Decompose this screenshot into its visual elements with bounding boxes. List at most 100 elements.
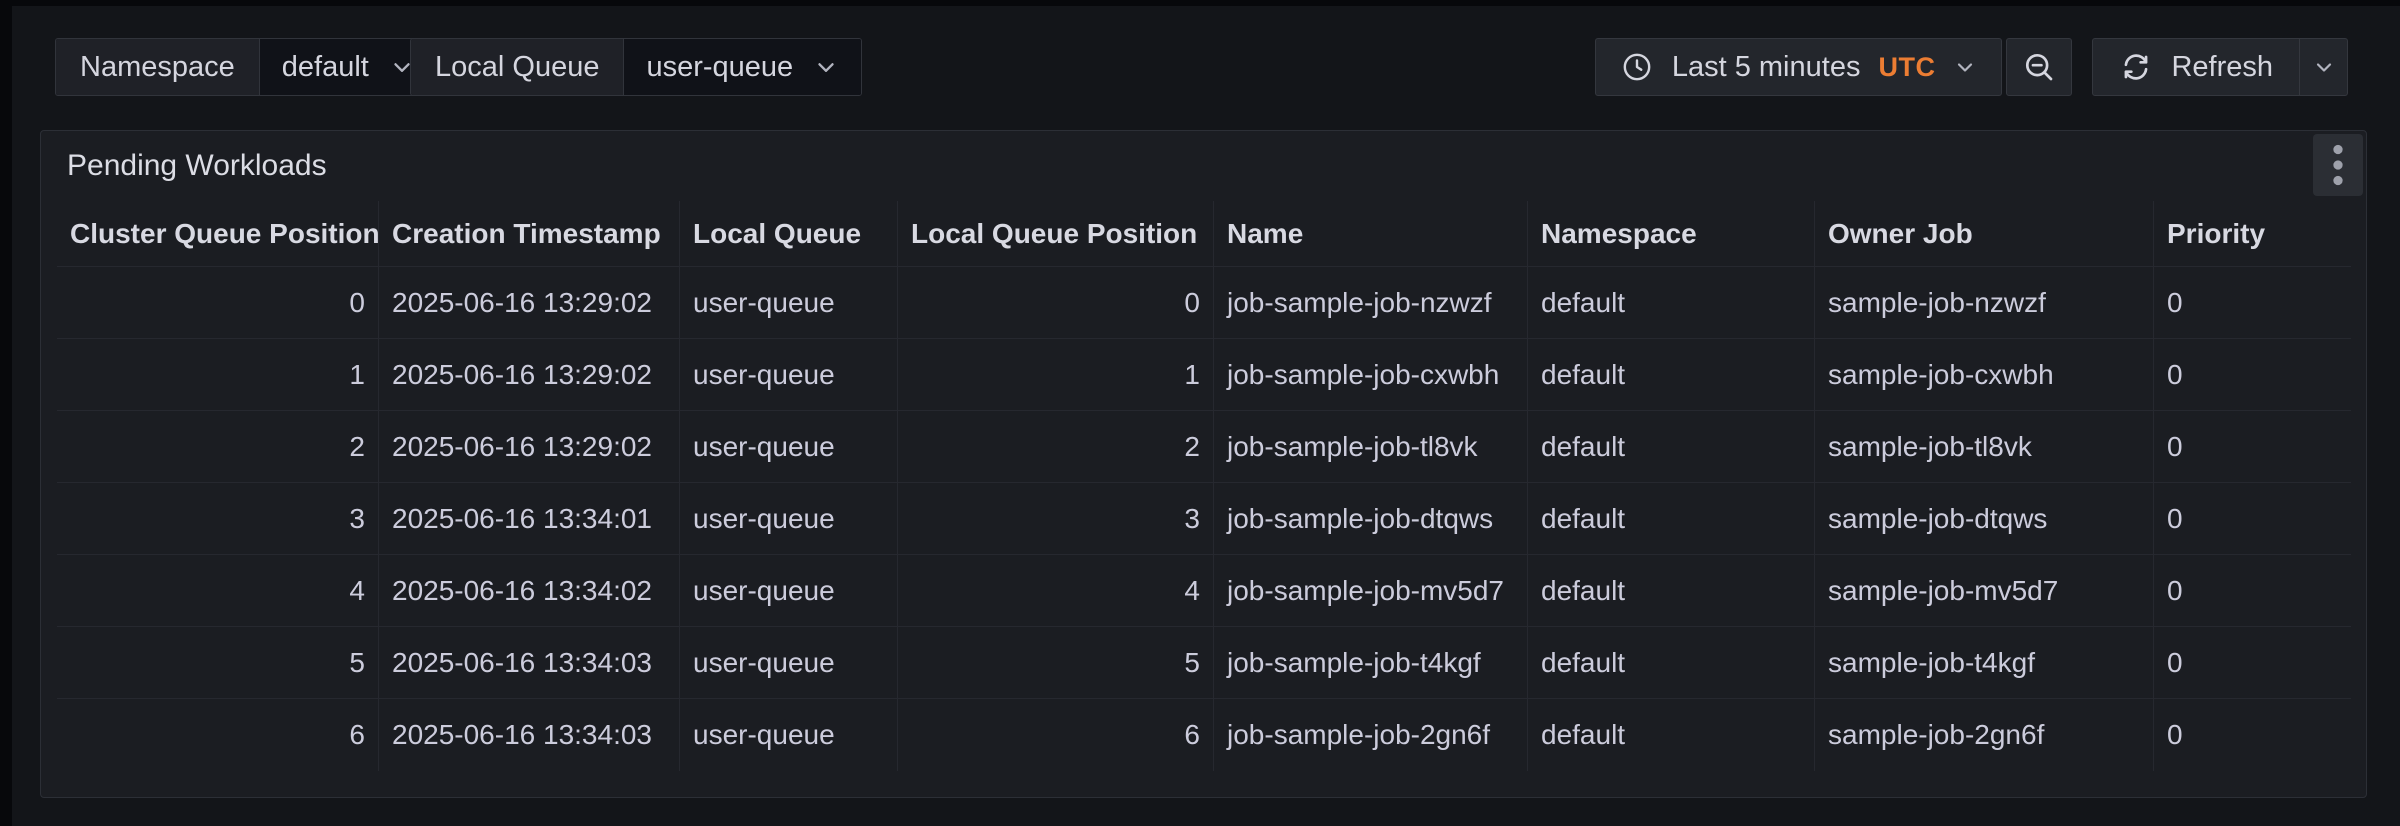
time-range-label: Last 5 minutes — [1672, 51, 1861, 84]
table-cell: job-sample-job-2gn6f — [1214, 699, 1528, 771]
table-cell: 3 — [898, 483, 1214, 554]
time-zoom-out-button[interactable] — [2006, 38, 2072, 96]
table-cell: user-queue — [680, 483, 898, 554]
table-cell: default — [1528, 555, 1815, 626]
column-header[interactable]: Owner Job — [1815, 201, 2154, 266]
table-cell: 5 — [898, 627, 1214, 698]
refresh-button-group: Refresh — [2092, 38, 2348, 96]
table-cell: default — [1528, 339, 1815, 410]
table-cell: 2025-06-16 13:34:02 — [379, 555, 680, 626]
table-cell: sample-job-2gn6f — [1815, 699, 2154, 771]
table-cell: default — [1528, 699, 1815, 771]
panel-title: Pending Workloads — [67, 149, 327, 183]
column-header[interactable]: Creation Timestamp — [379, 201, 680, 266]
table-row: 02025-06-16 13:29:02user-queue0job-sampl… — [57, 267, 2351, 339]
column-header[interactable]: Local Queue — [680, 201, 898, 266]
magnifier-minus-icon — [2021, 49, 2057, 85]
table-cell: user-queue — [680, 699, 898, 771]
pending-workloads-table: Cluster Queue PositionCreation Timestamp… — [57, 201, 2351, 771]
local-queue-variable-label: Local Queue — [411, 39, 624, 95]
table-cell: 0 — [2154, 339, 2351, 410]
table-cell: default — [1528, 483, 1815, 554]
table-cell: 0 — [2154, 411, 2351, 482]
table-cell: default — [1528, 267, 1815, 338]
table-cell: sample-job-dtqws — [1815, 483, 2154, 554]
local-queue-variable-value: user-queue — [646, 51, 793, 84]
table-row: 32025-06-16 13:34:01user-queue3job-sampl… — [57, 483, 2351, 555]
local-queue-variable-select[interactable]: user-queue — [624, 39, 861, 95]
table-cell: 2025-06-16 13:29:02 — [379, 339, 680, 410]
table-cell: job-sample-job-t4kgf — [1214, 627, 1528, 698]
table-row: 52025-06-16 13:34:03user-queue5job-sampl… — [57, 627, 2351, 699]
dashboard-toolbar-right: Last 5 minutes UTC Refresh — [1595, 38, 2348, 96]
table-cell: user-queue — [680, 339, 898, 410]
table-cell: 6 — [57, 699, 379, 771]
table-cell: user-queue — [680, 627, 898, 698]
table-cell: job-sample-job-tl8vk — [1214, 411, 1528, 482]
table-cell: 0 — [2154, 699, 2351, 771]
kebab-vertical-icon — [2332, 144, 2344, 186]
table-cell: 2025-06-16 13:34:03 — [379, 627, 680, 698]
table-cell: sample-job-cxwbh — [1815, 339, 2154, 410]
table-cell: 6 — [898, 699, 1214, 771]
table-cell: 2025-06-16 13:34:01 — [379, 483, 680, 554]
column-header[interactable]: Local Queue Position — [898, 201, 1214, 266]
table-cell: default — [1528, 627, 1815, 698]
table-row: 22025-06-16 13:29:02user-queue2job-sampl… — [57, 411, 2351, 483]
table-cell: 3 — [57, 483, 379, 554]
table-cell: sample-job-mv5d7 — [1815, 555, 2154, 626]
time-range-picker[interactable]: Last 5 minutes UTC — [1595, 38, 2003, 96]
table-row: 62025-06-16 13:34:03user-queue6job-sampl… — [57, 699, 2351, 771]
panel-header: Pending Workloads — [41, 131, 2366, 201]
refresh-button[interactable]: Refresh — [2093, 39, 2299, 95]
column-header[interactable]: Priority — [2154, 201, 2351, 266]
table-cell: default — [1528, 411, 1815, 482]
table-cell: 1 — [898, 339, 1214, 410]
timezone-label: UTC — [1878, 52, 1935, 83]
table-cell: user-queue — [680, 267, 898, 338]
table-cell: 2 — [57, 411, 379, 482]
column-header[interactable]: Namespace — [1528, 201, 1815, 266]
table-cell: sample-job-tl8vk — [1815, 411, 2154, 482]
table-cell: 2025-06-16 13:29:02 — [379, 267, 680, 338]
clock-icon — [1620, 50, 1654, 84]
chevron-down-icon — [1953, 55, 1977, 79]
table-cell: 2025-06-16 13:29:02 — [379, 411, 680, 482]
table-cell: sample-job-t4kgf — [1815, 627, 2154, 698]
window-top-edge — [0, 0, 2400, 6]
table-cell: 0 — [2154, 555, 2351, 626]
table-cell: 4 — [898, 555, 1214, 626]
chevron-down-icon — [2312, 55, 2336, 79]
table-cell: 0 — [57, 267, 379, 338]
column-header[interactable]: Name — [1214, 201, 1528, 266]
table-body: 02025-06-16 13:29:02user-queue0job-sampl… — [57, 267, 2351, 771]
table-cell: user-queue — [680, 411, 898, 482]
refresh-interval-dropdown[interactable] — [2299, 39, 2347, 95]
table-cell: 0 — [898, 267, 1214, 338]
table-header-row: Cluster Queue PositionCreation Timestamp… — [57, 201, 2351, 267]
table-cell: 5 — [57, 627, 379, 698]
table-row: 12025-06-16 13:29:02user-queue1job-sampl… — [57, 339, 2351, 411]
table-cell: 0 — [2154, 627, 2351, 698]
table-cell: 1 — [57, 339, 379, 410]
table-cell: 2025-06-16 13:34:03 — [379, 699, 680, 771]
window-left-edge — [0, 0, 12, 826]
pending-workloads-panel: Pending Workloads Cluster Queue Position… — [40, 130, 2367, 798]
namespace-variable-value: default — [282, 51, 369, 84]
namespace-variable-label: Namespace — [56, 39, 260, 95]
refresh-button-label: Refresh — [2171, 51, 2273, 84]
table-cell: job-sample-job-dtqws — [1214, 483, 1528, 554]
table-cell: 4 — [57, 555, 379, 626]
column-header[interactable]: Cluster Queue Position — [57, 201, 379, 266]
table-cell: sample-job-nzwzf — [1815, 267, 2154, 338]
table-cell: user-queue — [680, 555, 898, 626]
table-cell: 2 — [898, 411, 1214, 482]
sync-icon — [2119, 50, 2153, 84]
chevron-down-icon — [813, 54, 839, 80]
table-row: 42025-06-16 13:34:02user-queue4job-sampl… — [57, 555, 2351, 627]
table-cell: 0 — [2154, 483, 2351, 554]
panel-menu-button[interactable] — [2313, 134, 2363, 196]
table-cell: job-sample-job-cxwbh — [1214, 339, 1528, 410]
table-cell: job-sample-job-mv5d7 — [1214, 555, 1528, 626]
namespace-variable: Namespace default — [55, 38, 438, 96]
